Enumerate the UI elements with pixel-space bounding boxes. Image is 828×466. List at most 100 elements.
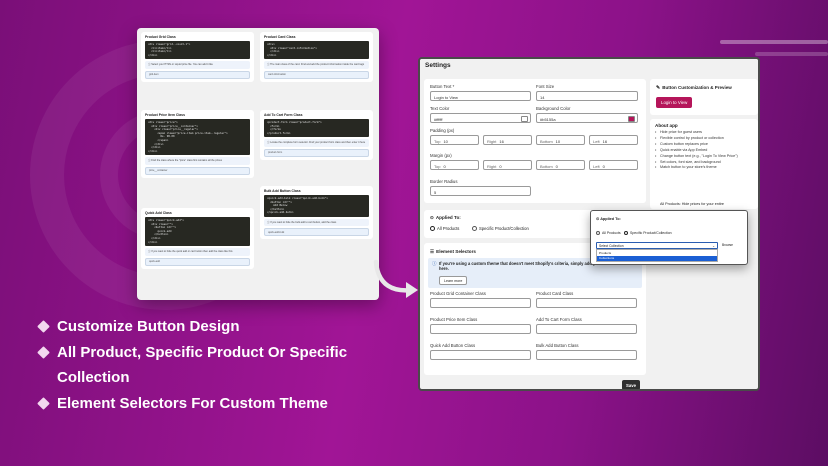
code-line: <li>item</li> [148, 50, 172, 54]
about-item: Match button to your store's theme [655, 165, 755, 171]
doc-card-title: Product Grid Class [145, 35, 176, 39]
selector-input[interactable] [536, 298, 637, 308]
doc-note-text: Locate the complete form selector. Find … [270, 141, 366, 145]
spacing-side-label: Bottom [540, 163, 553, 169]
selectors-title: Element Selectors [436, 249, 476, 254]
text-color-label: Text Color [430, 106, 450, 111]
spacing-input-left[interactable]: Left 16 [589, 135, 638, 145]
feature-text: Customize Button Design [57, 318, 240, 335]
radio-dot[interactable] [472, 226, 477, 232]
spacing-side-label: Top [434, 138, 441, 144]
info-icon: ⓘ [432, 261, 437, 266]
doc-note-text: Find the class where the "price" class f… [151, 159, 223, 163]
code-line: </product-form> [267, 131, 291, 135]
feature-item-continued: Collection [38, 365, 347, 391]
doc-class-field[interactable]: card-information [264, 70, 369, 79]
spacing-input-left[interactable]: Left 0 [589, 160, 638, 170]
spacing-input-bottom[interactable]: Bottom 10 [536, 135, 585, 145]
font-size-input[interactable]: 14 [536, 91, 638, 101]
code-line: </div> [148, 149, 158, 153]
save-button[interactable]: Save [622, 380, 641, 389]
bg-color-label: Background Color [536, 106, 571, 111]
spacing-input-top[interactable]: Top 0 [430, 160, 479, 170]
radio-all-products[interactable]: All Products [430, 226, 459, 232]
doc-class-field[interactable]: price__container [145, 166, 250, 175]
right-doc-column: Product Card Class <div> <div class="card… [260, 32, 373, 296]
preview-title-wrap: ✎ Button Customization & Preview [656, 85, 732, 91]
selector-input[interactable] [536, 350, 637, 360]
doc-note-text: Select your HTML or Liquid price file. Y… [151, 63, 213, 67]
code-line: <div class="quick-add"> [148, 219, 184, 222]
code-line: </quick-add-bulk> [267, 211, 294, 215]
bg-color-value: #b5155a [540, 116, 556, 122]
radio-dot[interactable] [596, 231, 600, 236]
code-line: <div> [267, 43, 275, 46]
code-line: </div> [148, 146, 161, 150]
doc-class-field[interactable]: grid-item [145, 70, 250, 79]
selector-doc-card: Product Price Item Class <div class="pric… [141, 110, 254, 178]
spacing-side-label: Left [593, 138, 600, 144]
learn-more-button[interactable]: Learn more [439, 276, 468, 285]
curved-arrow-icon [373, 259, 418, 298]
selector-input[interactable] [430, 298, 531, 308]
preview-button[interactable]: Login to View [656, 97, 693, 108]
spacing-value: 10 [555, 138, 561, 144]
spacing-value: 0 [443, 163, 446, 169]
bg-color-swatch[interactable] [628, 115, 635, 122]
doc-class-field[interactable]: quick-add-bulk [264, 228, 369, 237]
code-snippet: <div class="quick-add"> <div class=""> <… [145, 217, 250, 247]
chevron-down-icon: ⌄ [712, 243, 715, 248]
selector-input[interactable] [430, 350, 531, 360]
selector-label: Add To Cart Form Class [536, 317, 582, 322]
popup-option-specific: Specific Product/Collection [630, 231, 672, 235]
code-line: </span> [148, 138, 169, 142]
settings-panel: Button Text * Login to View Font Size 14… [424, 79, 646, 203]
doc-note-text: If you want to hide the bulk add to cart… [270, 220, 337, 224]
code-line: Add Below [267, 204, 288, 208]
applied-title-wrap: ⊙ Applied To: [430, 215, 461, 221]
radio-dot-selected[interactable] [430, 226, 435, 232]
spacing-value: 0 [555, 163, 558, 169]
spacing-input-right[interactable]: Right 0 [483, 160, 532, 170]
button-text-input[interactable]: Login to View [430, 91, 531, 101]
selector-docs-screenshot: Product Grid Class <div class="grid--coun… [137, 28, 379, 300]
feature-list: Customize Button Design All Product, Spe… [37, 314, 347, 416]
spacing-input-top[interactable]: Top 10 [430, 135, 479, 145]
doc-class-field[interactable]: quick-add [145, 257, 250, 266]
code-snippet: <product-form class="product-form"> <for… [264, 119, 369, 138]
border-radius-input[interactable]: 5 [430, 186, 531, 196]
doc-card-title: Quick Add Class [145, 211, 172, 215]
spacing-input-right[interactable]: Right 16 [483, 135, 532, 145]
code-snippet: <div class="grid--count-1"> <li>item</li… [145, 41, 250, 60]
preview-panel: ✎ Button Customization & Preview Login to… [650, 79, 758, 115]
feature-text: Collection [57, 369, 130, 386]
code-line: </div> [148, 240, 158, 244]
spacing-side-label: Right [487, 138, 497, 144]
button-text-label: Button Text * [430, 84, 455, 89]
code-line: <quick-add-bulk class="quick-add-bulk"> [267, 197, 328, 200]
code-line: </div> [267, 50, 280, 54]
spacing-side-label: Bottom [540, 138, 553, 144]
popup-radio-all[interactable]: All Products [596, 231, 621, 236]
doc-note: ⓘ If you want to hide the quick add or c… [145, 248, 250, 256]
doc-class-field[interactable]: product-form [264, 148, 369, 157]
diamond-bullet-icon [37, 320, 50, 333]
spacing-input-bottom[interactable]: Bottom 0 [536, 160, 585, 170]
select-option-highlighted[interactable]: Collections [597, 255, 717, 262]
about-cut-line: All Products: Hide prices for your entir… [660, 202, 724, 206]
radio-specific[interactable]: Specific Product/Collection [472, 226, 529, 232]
text-color-input[interactable]: #ffffff [430, 113, 531, 123]
text-color-swatch[interactable] [521, 115, 528, 122]
bg-color-input[interactable]: #b5155a [536, 113, 638, 123]
selector-input[interactable] [536, 324, 637, 334]
doc-card-title: Product Card Class [264, 35, 296, 39]
browse-button[interactable]: Browse [722, 243, 733, 247]
popup-radio-specific[interactable]: Specific Product/Collection [624, 231, 672, 236]
select-options-list: Products Collections [596, 249, 718, 263]
collection-select[interactable]: Select Collection ⌄ [596, 242, 718, 249]
selector-input[interactable] [430, 324, 531, 334]
pin-icon: ⊙ [430, 215, 434, 220]
selector-doc-card: Quick Add Class <div class="quick-add"> <… [141, 208, 254, 269]
radio-dot-selected[interactable] [624, 231, 628, 236]
option-specific-label: Specific Product/Collection [479, 226, 529, 231]
